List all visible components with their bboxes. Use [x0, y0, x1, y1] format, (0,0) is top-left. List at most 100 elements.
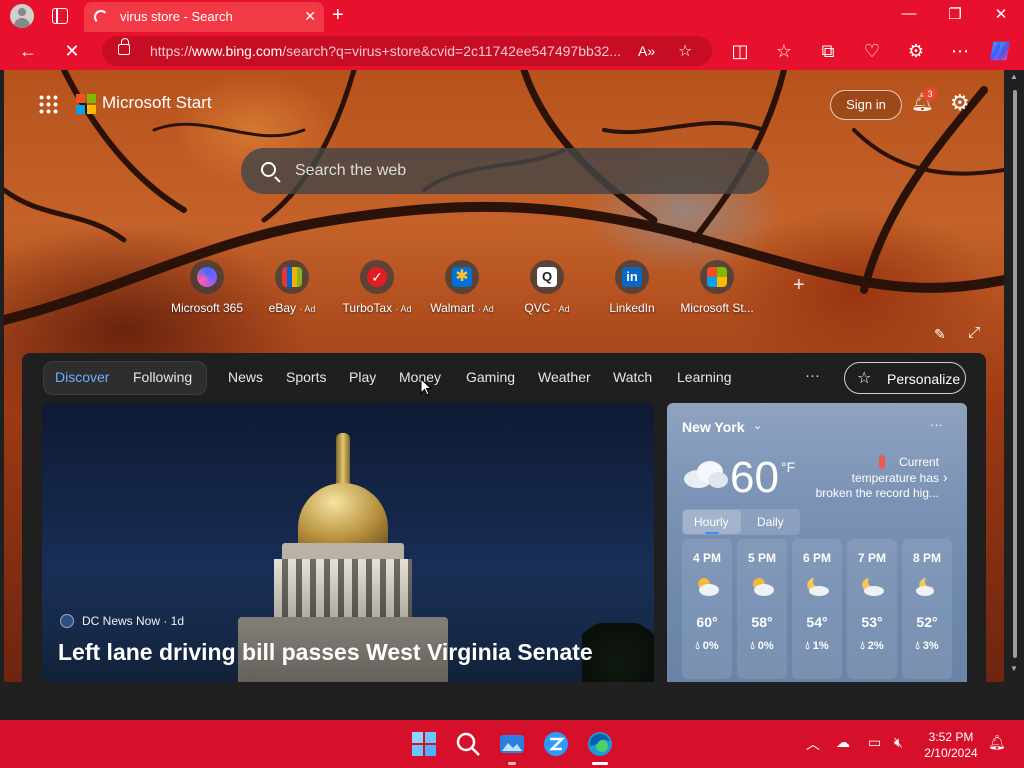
weather-more-icon[interactable]: ···: [930, 417, 943, 432]
settings-gear-icon[interactable]: ⚙: [950, 90, 970, 116]
notification-center-bell-icon[interactable]: 🔔︎: [988, 734, 1006, 751]
active-tab[interactable]: virus store - Search ✕: [84, 2, 324, 32]
onedrive-cloud-icon[interactable]: ☁: [836, 734, 850, 751]
copilot-icon[interactable]: [988, 38, 1012, 64]
quick-link-label: TurboTax: [342, 301, 393, 315]
lock-icon[interactable]: [118, 38, 130, 55]
story-source: DC News Now · 1d: [82, 614, 185, 628]
taskbar: ︿ ☁ ▭ 🔇︎ 3:52 PM 2/10/2024 🔔︎: [0, 720, 1024, 768]
sign-in-button[interactable]: Sign in: [830, 90, 902, 120]
search-input[interactable]: Search the web: [295, 162, 406, 180]
scroll-down-icon[interactable]: ▼: [1010, 664, 1018, 673]
collections-icon[interactable]: ⧉: [816, 40, 840, 62]
show-hidden-icons-chevron-icon[interactable]: ︿: [806, 734, 820, 754]
ad-tag: · Ad: [477, 304, 494, 314]
photos-app-icon[interactable]: [496, 728, 528, 760]
tab-daily[interactable]: Daily: [757, 515, 784, 529]
tab-actions-icon[interactable]: [52, 7, 68, 24]
expand-icon[interactable]: ⤢: [968, 324, 980, 341]
minimize-icon[interactable]: —: [894, 5, 924, 22]
scrollbar-thumb[interactable]: [1013, 90, 1017, 658]
forecast-precip: 0%: [702, 640, 719, 652]
hourly-forecast-item[interactable]: 7 PM 53° 💧︎ 2%: [847, 539, 897, 679]
back-icon[interactable]: ←: [16, 40, 40, 62]
hourly-forecast-item[interactable]: 6 PM 54° 💧︎ 1%: [792, 539, 842, 679]
quick-link-qvc[interactable]: Q QVC · Ad: [501, 260, 593, 315]
more-options-icon[interactable]: ···: [805, 367, 820, 384]
search-box[interactable]: Search the web: [241, 148, 769, 194]
address-bar[interactable]: https://www.bing.com/search?q=virus+stor…: [102, 36, 712, 66]
tab-sports[interactable]: Sports: [286, 369, 326, 385]
tab-watch[interactable]: Watch: [613, 369, 652, 385]
profile-avatar-icon[interactable]: [10, 4, 34, 28]
teams-chat-icon[interactable]: [540, 728, 572, 760]
add-site-plus-icon[interactable]: +: [793, 274, 805, 297]
quick-link-linkedin[interactable]: in LinkedIn: [586, 260, 678, 315]
hourly-forecast-item[interactable]: 4 PM 60° 💧︎ 0%: [682, 539, 732, 679]
chevron-down-icon[interactable]: ⌄: [753, 419, 762, 432]
close-window-icon[interactable]: ✕: [986, 5, 1016, 23]
top-story-card[interactable]: DC News Now · 1d Left lane driving bill …: [42, 403, 654, 682]
chevron-right-icon[interactable]: ›: [943, 469, 948, 485]
search-taskbar-icon[interactable]: [452, 728, 484, 760]
microsoft-logo-icon: [76, 94, 96, 114]
extensions-icon[interactable]: ⚙: [904, 40, 928, 62]
tab-weather[interactable]: Weather: [538, 369, 591, 385]
weather-card[interactable]: New York ⌄ ··· 60 °F Current temperature…: [667, 403, 967, 682]
tab-hourly[interactable]: Hourly: [694, 515, 729, 529]
stop-loading-icon[interactable]: ✕: [60, 40, 84, 62]
tab-learning[interactable]: Learning: [677, 369, 732, 385]
news-source-logo-icon: [60, 614, 74, 628]
network-icon[interactable]: ▭: [868, 734, 881, 751]
tab-news[interactable]: News: [228, 369, 263, 385]
read-aloud-icon[interactable]: A»: [638, 43, 655, 59]
quick-link-label: Microsoft St...: [680, 301, 754, 315]
weather-alert[interactable]: Current temperature has broken the recor…: [807, 455, 939, 502]
forecast-time: 8 PM: [912, 551, 941, 565]
split-screen-icon[interactable]: ◫: [728, 40, 752, 62]
quick-link-walmart[interactable]: ✱ Walmart · Ad: [416, 260, 508, 315]
navigation-bar: ← ✕ https://www.bing.com/search?q=virus+…: [0, 32, 1024, 70]
temperature-unit[interactable]: °F: [781, 459, 795, 475]
close-tab-icon[interactable]: ✕: [304, 8, 316, 25]
hourly-forecast-item[interactable]: 5 PM 58° 💧︎ 0%: [737, 539, 787, 679]
edit-background-icon[interactable]: ✎: [934, 326, 946, 343]
app-launcher-icon[interactable]: [38, 94, 58, 114]
personalize-button[interactable]: ☆ Personalize: [844, 362, 966, 394]
vertical-scrollbar[interactable]: ▲ ▼: [1006, 70, 1024, 682]
settings-more-icon[interactable]: ⋯: [948, 40, 972, 62]
microsoft-store-icon: [700, 260, 734, 294]
tab-following[interactable]: Following: [133, 369, 192, 385]
volume-muted-icon[interactable]: 🔇︎: [894, 734, 903, 751]
system-clock[interactable]: 3:52 PM 2/10/2024: [916, 729, 986, 761]
tab-gaming[interactable]: Gaming: [466, 369, 515, 385]
scroll-up-icon[interactable]: ▲: [1010, 72, 1018, 81]
browser-essentials-icon[interactable]: ♡: [860, 40, 884, 62]
forecast-time: 6 PM: [802, 551, 831, 565]
page-content: Microsoft Start Sign in 🔔︎ 3 ⚙ Search th…: [4, 70, 1004, 682]
quick-link-label: eBay: [268, 301, 296, 315]
forecast-time: 7 PM: [857, 551, 886, 565]
tab-discover[interactable]: Discover: [55, 369, 109, 385]
quick-link-ebay[interactable]: eBay · Ad: [246, 260, 338, 315]
new-tab-icon[interactable]: +: [332, 4, 344, 27]
quick-link-microsoft-store[interactable]: Microsoft St...: [671, 260, 763, 315]
search-icon[interactable]: [261, 162, 276, 177]
tab-play[interactable]: Play: [349, 369, 376, 385]
tab-underline: [705, 532, 719, 534]
story-headline[interactable]: Left lane driving bill passes West Virgi…: [58, 639, 593, 666]
url-prefix: https://: [150, 43, 193, 59]
hourly-forecast-item[interactable]: 8 PM 52° 💧︎ 3%: [902, 539, 952, 679]
windows-start-icon[interactable]: [408, 728, 440, 760]
edge-browser-icon[interactable]: [584, 728, 616, 760]
droplet-icon: 💧︎: [860, 640, 865, 652]
favorites-icon[interactable]: ☆: [772, 40, 796, 62]
favorite-star-icon[interactable]: ☆: [678, 41, 692, 61]
quick-link-microsoft365[interactable]: Microsoft 365: [161, 260, 253, 315]
restore-icon[interactable]: ❐: [940, 5, 970, 23]
weather-location[interactable]: New York: [682, 419, 745, 435]
url-text[interactable]: https://www.bing.com/search?q=virus+stor…: [150, 43, 621, 59]
quick-link-turbotax[interactable]: ✓ TurboTax · Ad: [331, 260, 423, 315]
notification-badge: 3: [923, 87, 937, 101]
brand-name[interactable]: Microsoft Start: [102, 93, 212, 113]
